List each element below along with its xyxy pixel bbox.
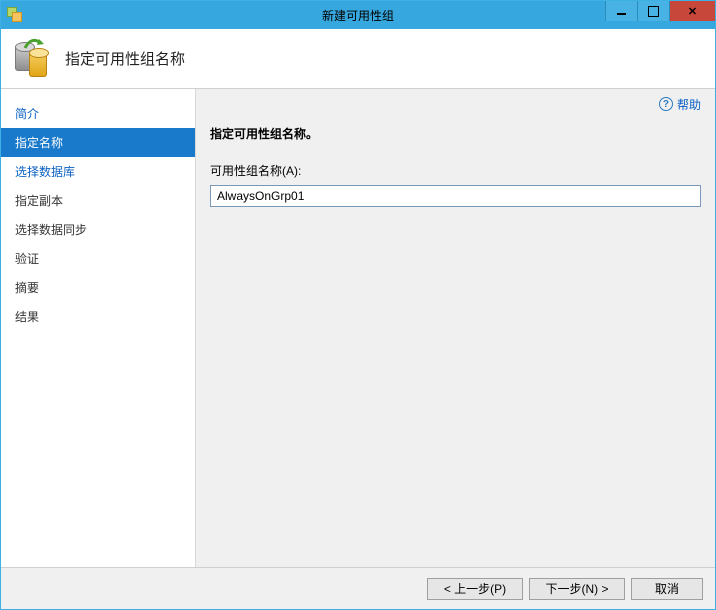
- group-name-input[interactable]: [210, 185, 701, 207]
- content-inner: 指定可用性组名称。 可用性组名称(A):: [196, 119, 715, 207]
- step-intro[interactable]: 简介: [1, 99, 195, 128]
- step-summary[interactable]: 摘要: [1, 273, 195, 302]
- wizard-header: 指定可用性组名称: [1, 29, 715, 89]
- page-title: 指定可用性组名称: [65, 48, 185, 69]
- help-icon: ?: [659, 97, 673, 111]
- help-row: ? 帮助: [196, 89, 715, 119]
- wizard-body: 简介 指定名称 选择数据库 指定副本 选择数据同步 验证 摘要 结果 ? 帮助 …: [1, 89, 715, 567]
- step-specify-replicas[interactable]: 指定副本: [1, 186, 195, 215]
- group-name-label: 可用性组名称(A):: [210, 162, 701, 179]
- step-validation[interactable]: 验证: [1, 244, 195, 273]
- minimize-button[interactable]: [605, 1, 637, 21]
- wizard-content: ? 帮助 指定可用性组名称。 可用性组名称(A):: [196, 89, 715, 567]
- close-button[interactable]: [669, 1, 715, 21]
- previous-button[interactable]: < 上一步(P): [427, 578, 523, 600]
- section-title: 指定可用性组名称。: [210, 125, 701, 142]
- cancel-button[interactable]: 取消: [631, 578, 703, 600]
- step-select-sync[interactable]: 选择数据同步: [1, 215, 195, 244]
- window-controls: [605, 1, 715, 21]
- maximize-button[interactable]: [637, 1, 669, 21]
- help-link[interactable]: 帮助: [677, 96, 701, 113]
- step-results[interactable]: 结果: [1, 302, 195, 331]
- next-button[interactable]: 下一步(N) >: [529, 578, 625, 600]
- availability-group-icon: [13, 39, 53, 79]
- wizard-steps-sidebar: 简介 指定名称 选择数据库 指定副本 选择数据同步 验证 摘要 结果: [1, 89, 196, 567]
- titlebar: 新建可用性组: [1, 1, 715, 29]
- step-specify-name[interactable]: 指定名称: [1, 128, 195, 157]
- step-select-databases[interactable]: 选择数据库: [1, 157, 195, 186]
- wizard-footer: < 上一步(P) 下一步(N) > 取消: [1, 567, 715, 609]
- wizard-window: 新建可用性组 指定可用性组名称 简介 指定名称 选择数据库 指定副本: [0, 0, 716, 610]
